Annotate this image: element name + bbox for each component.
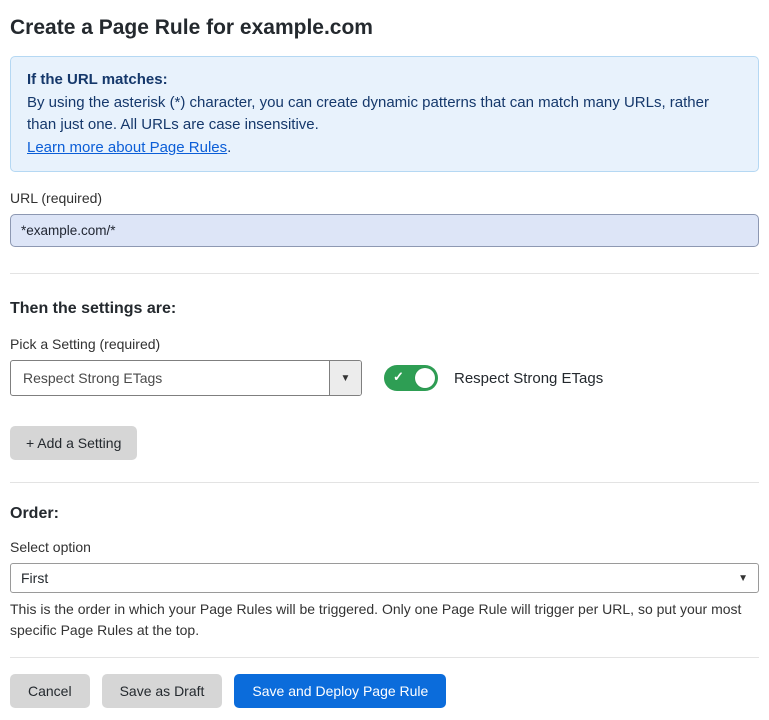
info-box-body: By using the asterisk (*) character, you… [27,92,742,137]
link-suffix: . [227,139,231,156]
learn-more-link[interactable]: Learn more about Page Rules [27,139,227,156]
setting-select[interactable]: Respect Strong ETags ▼ [10,360,362,396]
settings-section-heading: Then the settings are: [10,300,759,318]
save-deploy-button[interactable]: Save and Deploy Page Rule [234,674,446,708]
order-help-text: This is the order in which your Page Rul… [10,599,752,641]
cancel-button[interactable]: Cancel [10,674,90,708]
page-title: Create a Page Rule for example.com [10,16,759,40]
toggle-label: Respect Strong ETags [454,370,603,387]
action-bar: Cancel Save as Draft Save and Deploy Pag… [10,674,759,720]
url-field-label: URL (required) [10,190,759,206]
save-draft-button[interactable]: Save as Draft [102,674,223,708]
setting-select-caret-button[interactable]: ▼ [329,361,361,395]
chevron-down-icon: ▼ [341,373,351,384]
info-box-link-line: Learn more about Page Rules. [27,137,742,160]
respect-strong-etags-toggle[interactable]: ✓ [384,365,438,391]
order-select-label: Select option [10,539,759,555]
check-icon: ✓ [393,369,404,385]
chevron-down-icon: ▼ [738,573,748,584]
add-setting-button[interactable]: + Add a Setting [10,426,137,460]
info-box-heading: If the URL matches: [27,69,742,92]
pick-setting-label: Pick a Setting (required) [10,336,759,352]
order-section-heading: Order: [10,505,759,523]
url-match-info-box: If the URL matches: By using the asteris… [10,56,759,172]
divider [10,273,759,274]
setting-select-value: Respect Strong ETags [11,361,329,395]
order-select[interactable]: First ▼ [10,563,759,593]
order-select-value: First [21,570,48,586]
divider [10,657,759,658]
toggle-knob [415,368,435,388]
divider [10,482,759,483]
setting-row: Respect Strong ETags ▼ ✓ Respect Strong … [10,360,759,396]
url-input[interactable] [10,214,759,247]
